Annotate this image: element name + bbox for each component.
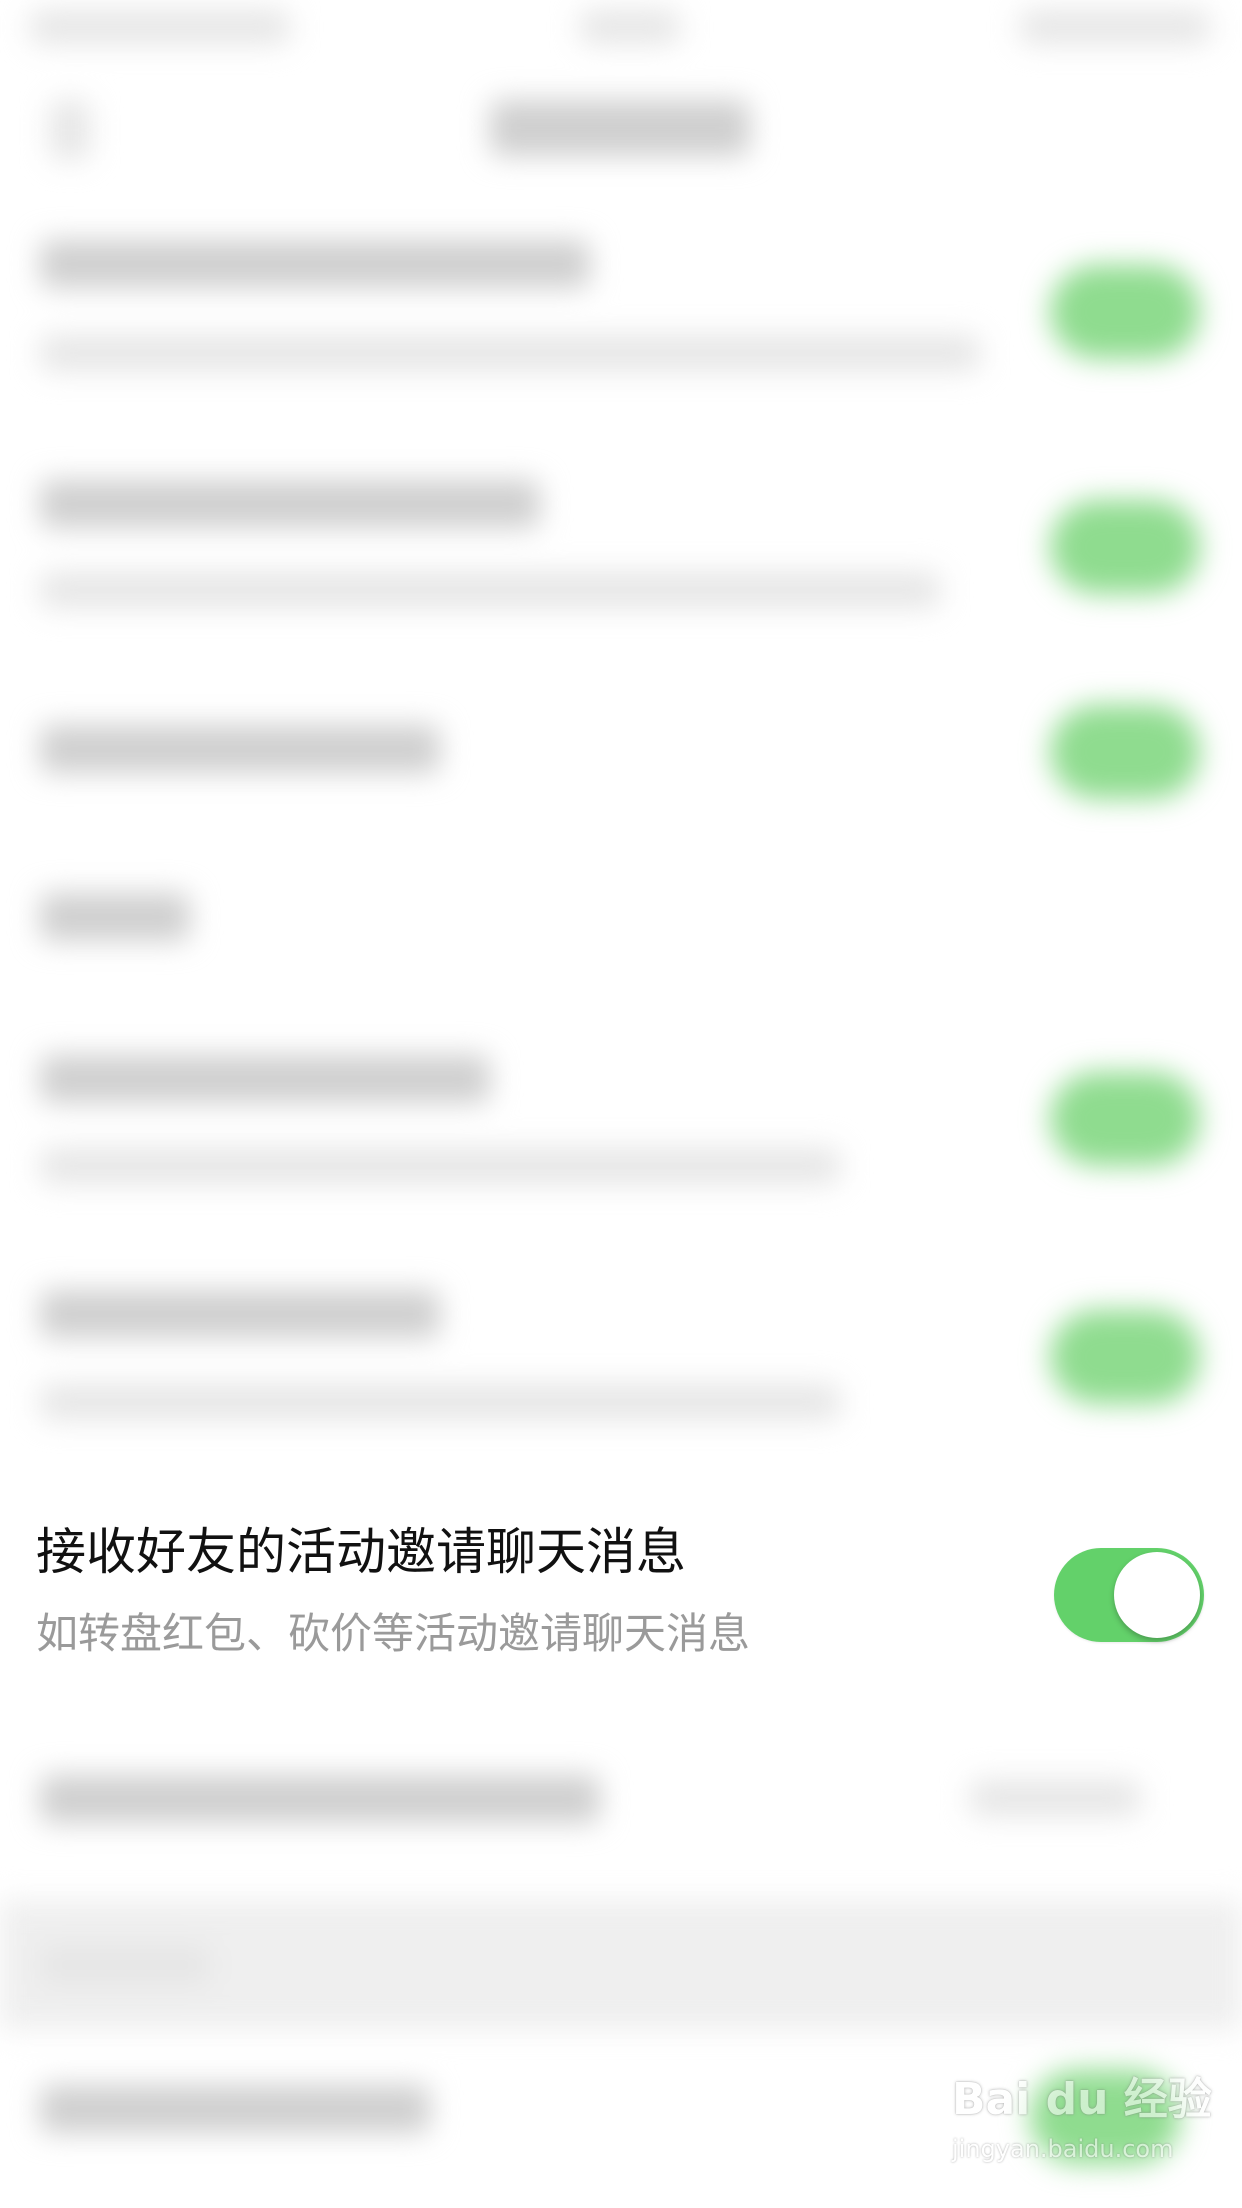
- row2-title-blur: [40, 480, 540, 528]
- row5-toggle-blur: [1050, 1072, 1200, 1166]
- status-bar-center-blur: [580, 10, 680, 44]
- row6-toggle-blur: [1050, 1310, 1200, 1404]
- row6-title-blur: [40, 1290, 440, 1338]
- status-bar-right-blur: [1020, 10, 1210, 44]
- nav-title-blur: [490, 100, 750, 156]
- row1-toggle-blur: [1050, 265, 1200, 359]
- row3-title-blur: [40, 725, 440, 773]
- row9-title-blur: [40, 2085, 430, 2133]
- row4-title-blur: [40, 893, 190, 941]
- setting-description: 如转盘红包、砍价等活动邀请聊天消息: [36, 1609, 751, 1658]
- watermark-logo: Bai du 经验: [952, 2074, 1212, 2125]
- row8-title-blur: [40, 1775, 600, 1823]
- section-header-blur: [40, 1945, 210, 1985]
- row5-title-blur: [40, 1055, 490, 1103]
- setting-row-activity-invite-messages: 接收好友的活动邀请聊天消息 如转盘红包、砍价等活动邀请聊天消息: [0, 1494, 1242, 1698]
- row8-value-blur: [970, 1780, 1140, 1816]
- back-icon-blur: [50, 100, 90, 160]
- settings-screen: 接收好友的活动邀请聊天消息 如转盘红包、砍价等活动邀请聊天消息 Bai du 经…: [0, 0, 1242, 2208]
- status-bar-left-blur: [30, 10, 290, 44]
- row3-toggle-blur: [1050, 705, 1200, 799]
- activity-invite-toggle[interactable]: [1054, 1548, 1204, 1642]
- setting-title: 接收好友的活动邀请聊天消息: [36, 1523, 686, 1581]
- baidu-jingyan-watermark: Bai du 经验 jingyan.baidu.com: [952, 2074, 1212, 2184]
- row2-toggle-blur: [1050, 500, 1200, 594]
- row2-desc-blur: [40, 572, 940, 608]
- row6-desc-blur: [40, 1384, 840, 1420]
- row5-desc-blur: [40, 1148, 840, 1184]
- blurred-background-content: [0, 0, 1242, 2208]
- row1-title-blur: [40, 240, 590, 288]
- watermark-url: jingyan.baidu.com: [952, 2135, 1174, 2163]
- row1-desc-blur: [40, 335, 980, 371]
- toggle-knob: [1114, 1552, 1200, 1638]
